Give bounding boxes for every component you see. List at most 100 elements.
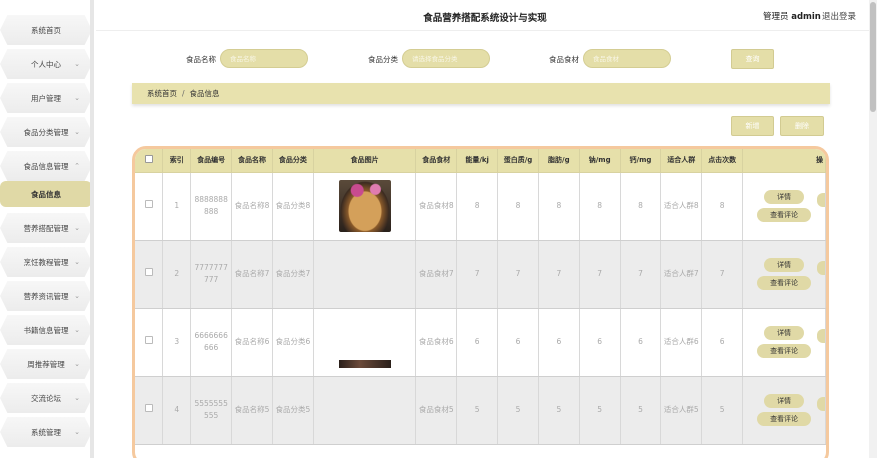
chevron-down-icon: ⌄ <box>74 292 80 300</box>
row-checkbox[interactable] <box>144 404 153 412</box>
row-select-cell[interactable] <box>135 172 164 241</box>
view-reviews-button[interactable]: 查看评论 <box>757 412 812 426</box>
cell-category: 食品分类8 <box>272 172 314 241</box>
food-ingredient-label: 食品食材 <box>549 55 579 64</box>
row-select-cell[interactable] <box>135 308 164 377</box>
chevron-down-icon: ⌄ <box>74 128 80 136</box>
sidebar-scrollbar[interactable] <box>90 0 94 458</box>
sidebar-item-weekly-recommend-management[interactable]: 周推荐管理 ⌄ <box>0 349 92 379</box>
cell-protein: 5 <box>497 376 539 445</box>
cell-calcium: 8 <box>620 172 662 241</box>
current-user: 管理员 admin <box>763 10 821 22</box>
sidebar-item-label: 营养资讯管理 <box>23 291 69 301</box>
cell-protein: 8 <box>497 172 539 241</box>
sidebar-item-personal-center[interactable]: 个人中心 ⌄ <box>0 49 92 79</box>
col-header: 能量/kj <box>456 149 499 173</box>
cell-name: 食品名称8 <box>231 172 273 241</box>
delete-button[interactable]: 删除 <box>780 116 824 136</box>
sidebar-item-forum[interactable]: 交流论坛 ⌄ <box>0 383 92 413</box>
sidebar-item-label: 系统首页 <box>31 25 61 35</box>
username: admin <box>791 12 821 22</box>
food-image <box>338 180 391 232</box>
header-select-all[interactable] <box>135 149 164 173</box>
breadcrumb-home[interactable]: 系统首页 <box>147 88 177 99</box>
table-body: 1 8888888888 食品名称8 食品分类8 食品食材8 8 8 8 8 8 适合人群8 8 详情查… <box>135 172 826 445</box>
cell-crowd: 适合人群8 <box>660 172 703 241</box>
sidebar-item-nutrition-news-management[interactable]: 营养资讯管理 ⌄ <box>0 281 92 311</box>
cell-sodium: 6 <box>579 308 621 377</box>
view-reviews-button[interactable]: 查看评论 <box>757 276 812 290</box>
col-header: 索引 <box>162 149 192 173</box>
cell-code: 7777777777 <box>190 240 233 309</box>
cell-energy: 8 <box>456 172 499 241</box>
row-select-cell[interactable] <box>135 240 164 309</box>
more-action-button[interactable] <box>817 328 825 343</box>
query-button[interactable]: 查询 <box>731 49 774 69</box>
more-action-button[interactable] <box>817 192 825 207</box>
add-button[interactable]: 新增 <box>731 116 774 136</box>
sidebar-item-book-info-management[interactable]: 书籍信息管理 ⌄ <box>0 315 92 345</box>
food-category-select[interactable] <box>402 49 490 68</box>
detail-button[interactable]: 详情 <box>764 258 805 272</box>
app-root: 系统首页 个人中心 ⌄ 用户管理 ⌄ 食品分类管理 ⌄ 食品信息管理 ⌃ 食品信息 营养… <box>0 0 877 458</box>
row-select-cell[interactable] <box>135 376 164 445</box>
cell-fat: 5 <box>538 376 580 445</box>
detail-button[interactable]: 详情 <box>764 190 805 204</box>
sidebar-item-system-management[interactable]: 系统管理 ⌄ <box>0 417 92 447</box>
cell-clicks: 8 <box>701 172 744 241</box>
more-action-button[interactable] <box>817 260 825 275</box>
breadcrumb-separator: / <box>182 89 185 98</box>
chevron-down-icon: ⌄ <box>74 326 80 334</box>
sidebar-item-user-management[interactable]: 用户管理 ⌄ <box>0 83 92 113</box>
breadcrumb-current: 食品信息 <box>189 89 220 98</box>
table-header-row: 索引 食品编号 食品名称 食品分类 食品图片 食品食材 能量/kj 蛋白质/g … <box>135 149 826 173</box>
sidebar-item-home[interactable]: 系统首页 <box>0 15 92 45</box>
sidebar-item-label: 个人中心 <box>31 59 61 69</box>
detail-button[interactable]: 详情 <box>764 326 805 340</box>
sidebar-item-nutrition-pairing-management[interactable]: 营养搭配管理 ⌄ <box>0 213 92 243</box>
row-checkbox[interactable] <box>144 336 153 344</box>
chevron-up-icon: ⌃ <box>74 162 80 170</box>
food-ingredient-input[interactable] <box>583 49 671 68</box>
page-scrollbar[interactable] <box>869 0 877 458</box>
food-name-input[interactable] <box>220 49 308 68</box>
cell-code: 5555555555 <box>190 376 233 445</box>
cell-name: 食品名称6 <box>231 308 273 377</box>
col-header: 脂肪/g <box>538 149 580 173</box>
cell-index: 1 <box>162 172 192 241</box>
breadcrumb: 系统首页 / 食品信息 <box>132 83 830 104</box>
col-header: 点击次数 <box>701 149 744 173</box>
cell-ingredient: 食品食材8 <box>415 172 458 241</box>
sidebar-item-food-info[interactable]: 食品信息 <box>0 181 92 207</box>
cell-name: 食品名称5 <box>231 376 273 445</box>
cell-calcium: 7 <box>620 240 662 309</box>
food-name-label: 食品名称 <box>186 55 216 64</box>
row-checkbox[interactable] <box>144 268 153 276</box>
cell-calcium: 5 <box>620 376 662 445</box>
chevron-down-icon: ⌄ <box>74 258 80 266</box>
page-scrollbar-thumb[interactable] <box>870 2 876 112</box>
view-reviews-button[interactable]: 查看评论 <box>757 344 812 358</box>
view-reviews-button[interactable]: 查看评论 <box>757 208 812 222</box>
cell-clicks: 5 <box>701 376 744 445</box>
logout-link[interactable]: 退出登录 <box>822 10 856 22</box>
sidebar-item-label: 周推荐管理 <box>27 359 65 369</box>
page-title: 食品营养搭配系统设计与实现 <box>423 13 547 24</box>
cell-index: 4 <box>162 376 192 445</box>
col-header: 钠/mg <box>579 149 621 173</box>
row-checkbox[interactable] <box>144 200 153 208</box>
cell-category: 食品分类7 <box>272 240 314 309</box>
cell-code: 8888888888 <box>190 172 233 241</box>
detail-button[interactable]: 详情 <box>764 394 805 408</box>
chevron-down-icon: ⌄ <box>74 394 80 402</box>
table-row: 4 5555555555 食品名称5 食品分类5 食品食材5 5 5 5 5 5 适合人群5 5 详情查… <box>135 360 826 445</box>
cell-name: 食品名称7 <box>231 240 273 309</box>
select-all-checkbox[interactable] <box>144 155 153 164</box>
cell-fat: 7 <box>538 240 580 309</box>
sidebar-item-food-info-management[interactable]: 食品信息管理 ⌃ <box>0 151 92 181</box>
more-action-button[interactable] <box>817 396 825 411</box>
cell-energy: 5 <box>456 376 499 445</box>
sidebar-item-food-category-management[interactable]: 食品分类管理 ⌄ <box>0 117 92 147</box>
sidebar-item-cooking-tutorial-management[interactable]: 烹饪教程管理 ⌄ <box>0 247 92 277</box>
cell-sodium: 7 <box>579 240 621 309</box>
